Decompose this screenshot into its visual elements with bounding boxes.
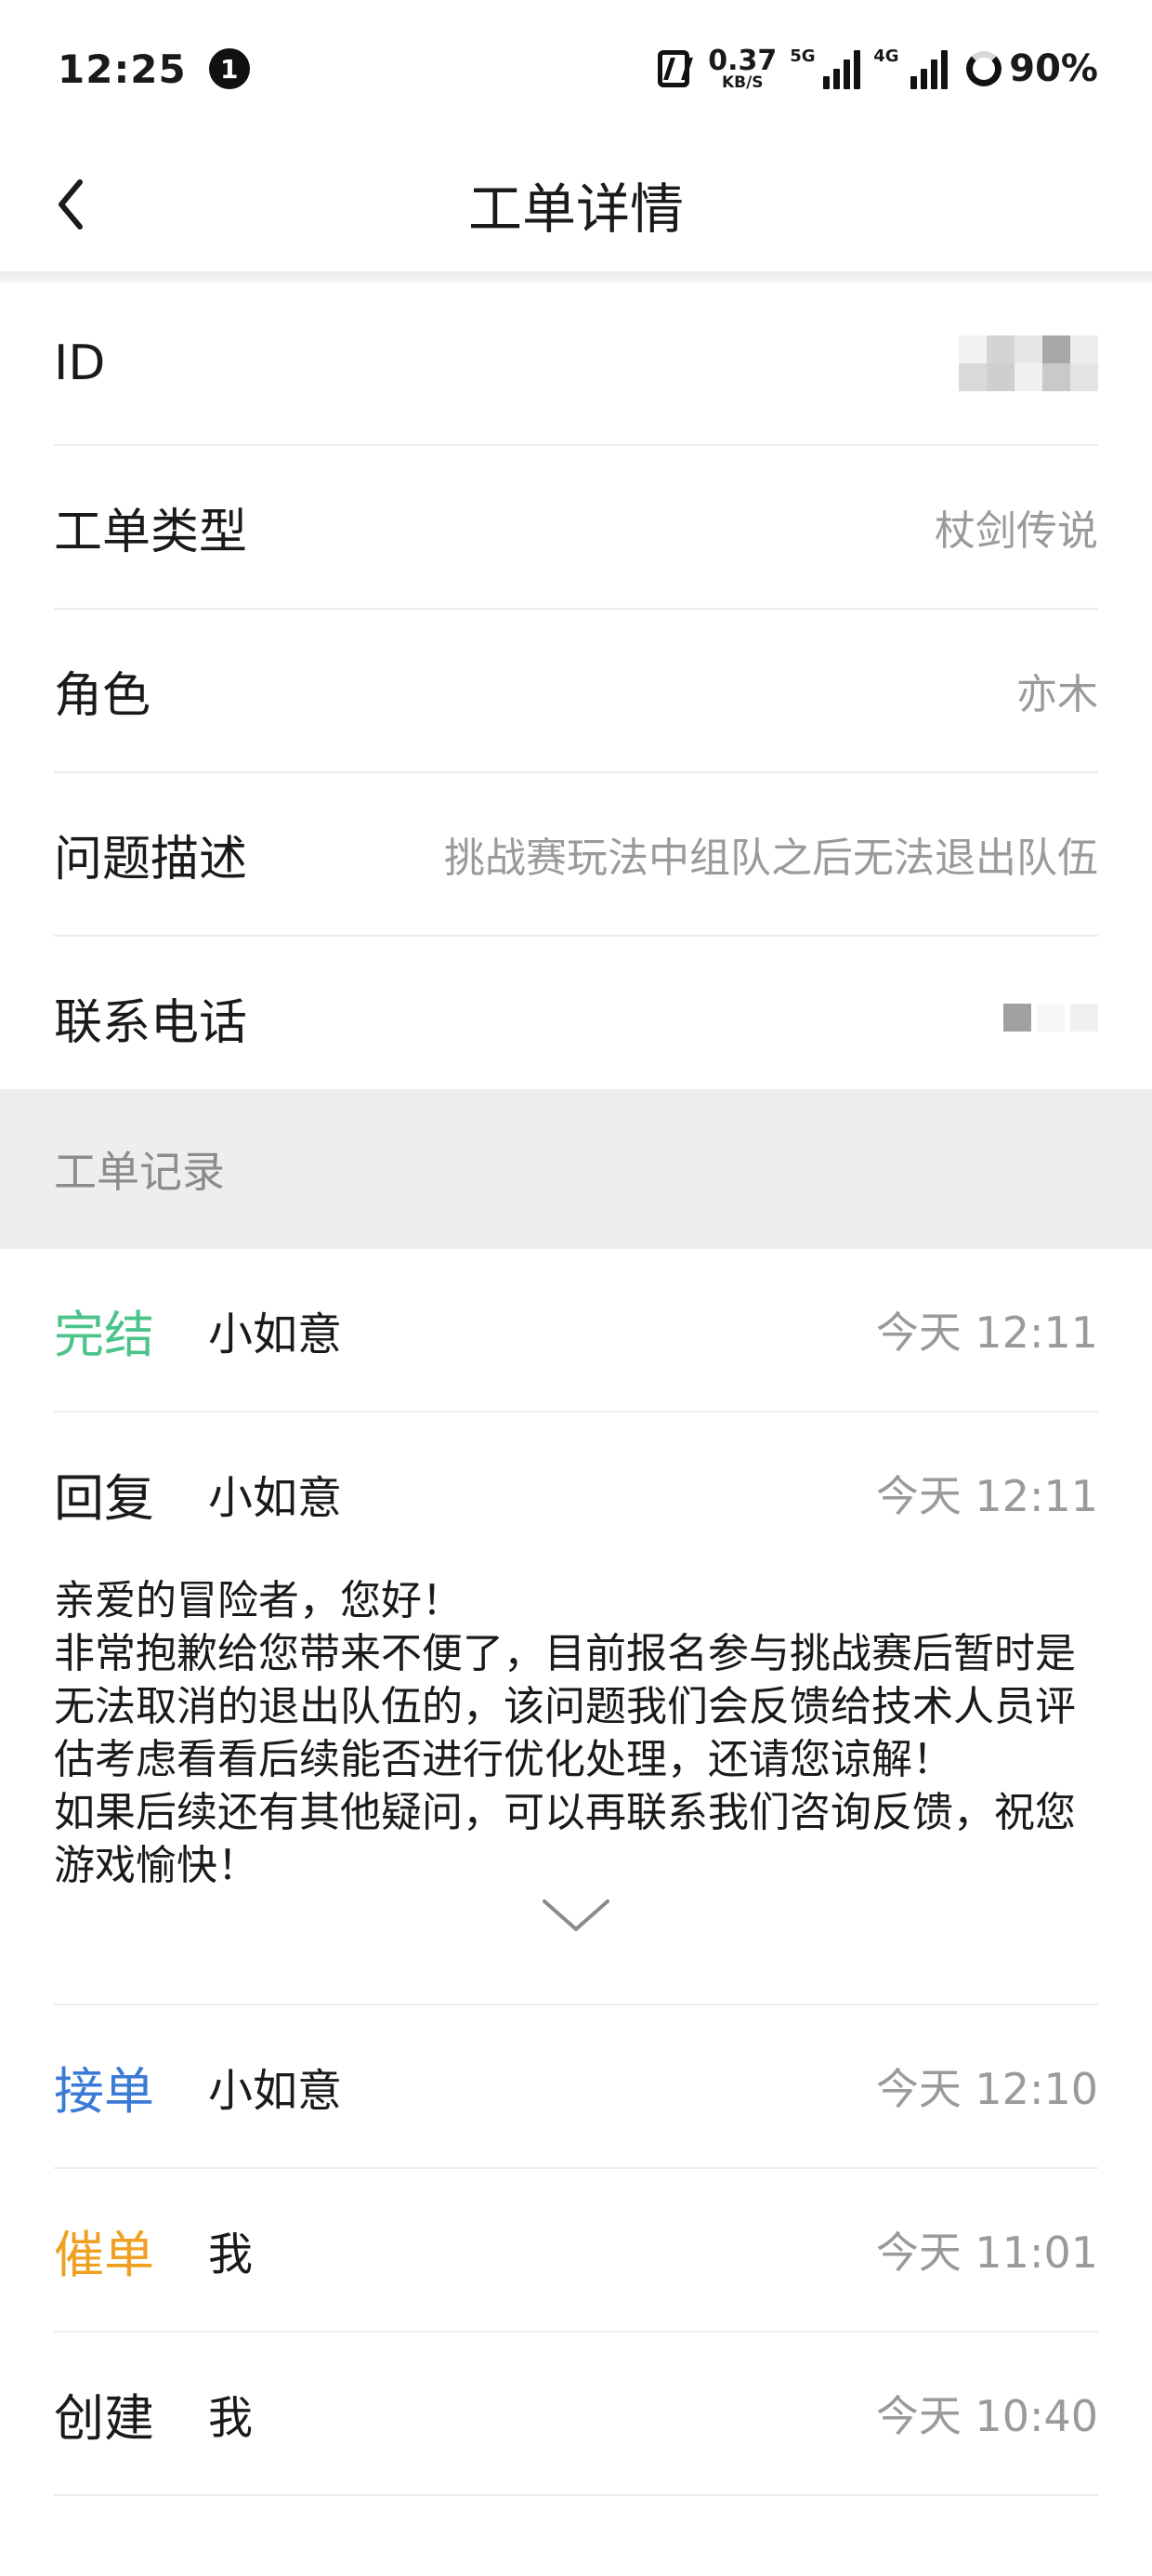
records-section-title: 工单记录 <box>54 1147 225 1197</box>
navigation-bar: 工单详情 <box>0 138 1152 271</box>
record-time: 今天 12:11 <box>875 1308 1098 1358</box>
id-label: ID <box>54 335 106 391</box>
ticket-info-list: ID 工单类型 杖剑传说 角色 亦木 问题描述 挑战赛玩法中组队之后无法退出队伍… <box>0 283 1152 1098</box>
nav-divider <box>0 271 1152 283</box>
signal-5g-tag: 5G <box>790 46 816 66</box>
reply-message: 亲爱的冒险者，您好！ 非常抱歉给您带来不便了，目前报名参与挑战赛后暂时是无法取消… <box>54 1574 1098 1892</box>
role-label: 角色 <box>54 667 151 724</box>
record-user: 小如意 <box>208 1472 343 1524</box>
page-title: 工单详情 <box>467 177 684 241</box>
record-user: 小如意 <box>208 1308 343 1360</box>
redacted-phone-mosaic <box>1003 1004 1098 1032</box>
signal-4g-tag: 4G <box>873 46 899 66</box>
battery-percentage: 90% <box>1009 47 1098 90</box>
record-time: 今天 10:40 <box>875 2391 1098 2441</box>
network-speed: 0.37 KB/S <box>708 44 778 92</box>
status-bar: 12:25 1 0.37 KB/S 5G 4G 90% <box>0 0 1152 138</box>
chevron-left-icon <box>59 179 83 230</box>
record-row-urged: 催单 我 今天 11:01 <box>54 2169 1098 2333</box>
description-label: 问题描述 <box>54 831 248 887</box>
records-section-header: 工单记录 <box>0 1089 1152 1249</box>
record-type: 完结 <box>54 1305 154 1364</box>
ticket-records: 完结 小如意 今天 12:11 回复 小如意 今天 12:11 亲爱的冒险者，您… <box>0 1249 1152 2496</box>
signal-4g-icon: 4G <box>873 46 949 89</box>
record-type: 催单 <box>54 2225 154 2284</box>
notification-badge: 1 <box>208 48 250 89</box>
record-user: 我 <box>208 2392 254 2444</box>
network-speed-unit: KB/S <box>721 72 764 92</box>
info-row-role: 角色 亦木 <box>54 610 1098 773</box>
info-row-type: 工单类型 杖剑传说 <box>54 446 1098 610</box>
record-row-accepted: 接单 小如意 今天 12:10 <box>54 2005 1098 2169</box>
redacted-id-mosaic <box>959 335 1098 391</box>
role-value: 亦木 <box>1016 671 1098 718</box>
expand-row <box>54 1892 1098 2005</box>
record-row-reply: 回复 小如意 今天 12:11 <box>54 1413 1098 1574</box>
description-value: 挑战赛玩法中组队之后无法退出队伍 <box>444 835 1098 882</box>
status-left: 12:25 1 <box>58 46 250 92</box>
status-right: 0.37 KB/S 5G 4G 90% <box>658 44 1098 92</box>
reply-line: 非常抱歉给您带来不便了，目前报名参与挑战赛后暂时是无法取消的退出队伍的，该问题我… <box>54 1630 1076 1783</box>
expand-button[interactable] <box>539 1892 613 1948</box>
network-speed-value: 0.37 <box>708 44 778 77</box>
nfc-icon <box>658 50 690 87</box>
info-row-id: ID <box>54 283 1098 446</box>
type-value: 杖剑传说 <box>935 507 1098 555</box>
record-type: 创建 <box>54 2388 154 2448</box>
status-time: 12:25 <box>58 46 187 92</box>
phone-label: 联系电话 <box>54 994 248 1051</box>
info-row-phone: 联系电话 <box>54 937 1098 1098</box>
battery-icon <box>966 51 1002 86</box>
record-type: 回复 <box>54 1468 154 1528</box>
record-user: 我 <box>208 2228 254 2280</box>
record-row-closed: 完结 小如意 今天 12:11 <box>54 1249 1098 1413</box>
chevron-down-icon <box>543 1899 609 1931</box>
info-row-description: 问题描述 挑战赛玩法中组队之后无法退出队伍 <box>54 773 1098 937</box>
signal-5g-icon: 5G <box>790 46 861 89</box>
record-row-created: 创建 我 今天 10:40 <box>54 2333 1098 2496</box>
record-user: 小如意 <box>208 2065 343 2117</box>
record-type: 接单 <box>54 2061 154 2121</box>
type-label: 工单类型 <box>54 504 248 560</box>
reply-line: 亲爱的冒险者，您好！ <box>54 1577 463 1624</box>
record-time: 今天 12:11 <box>875 1471 1098 1521</box>
back-button[interactable] <box>43 171 98 238</box>
record-time: 今天 11:01 <box>875 2228 1098 2278</box>
battery-indicator: 90% <box>966 47 1098 90</box>
record-time: 今天 12:10 <box>875 2064 1098 2114</box>
reply-line: 如果后续还有其他疑问，可以再联系我们咨询反馈，祝您游戏愉快！ <box>54 1789 1076 1889</box>
